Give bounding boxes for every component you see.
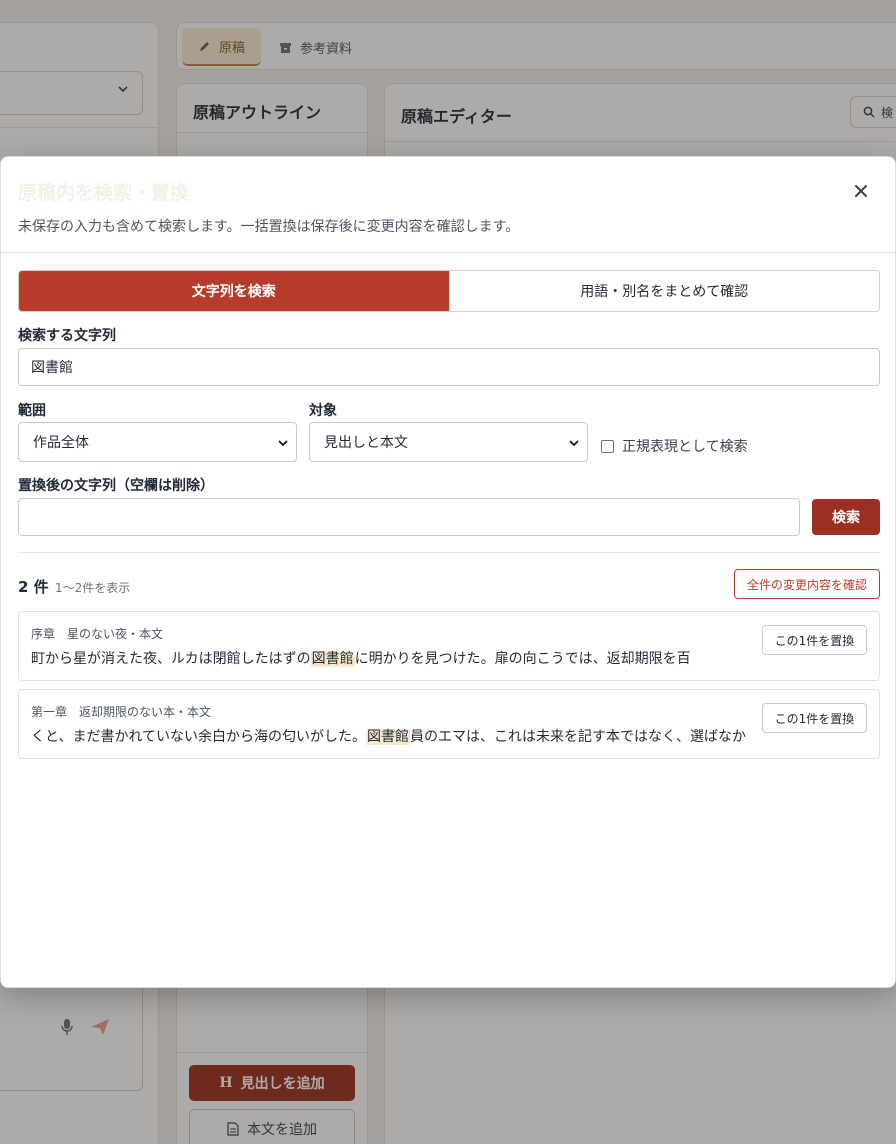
mode-term-alias[interactable]: 用語・別名をまとめて確認	[448, 271, 879, 311]
replace-one-button[interactable]: この1件を置換	[762, 625, 867, 655]
result-snippet: くと、まだ書かれていない余白から海の匂いがした。図書館員のエマは、これは未来を記…	[31, 726, 761, 746]
search-input[interactable]	[18, 348, 880, 386]
replace-one-button[interactable]: この1件を置換	[762, 703, 867, 733]
divider	[18, 552, 880, 553]
target-value: 見出しと本文	[324, 435, 408, 451]
regex-checkbox[interactable]	[601, 439, 614, 453]
result-count: 2 件	[18, 578, 49, 596]
search-button[interactable]: 検索	[812, 499, 880, 535]
regex-label: 正規表現として検索	[622, 439, 748, 455]
result-item[interactable]: 序章 星のない夜・本文 町から星が消えた夜、ルカは閉館したはずの図書館に明かりを…	[18, 611, 880, 681]
confirm-all-button[interactable]: 全件の変更内容を確認	[734, 569, 880, 599]
snippet-after: 員のエマは、これは未来を記す本ではなく、選ばなか	[410, 729, 747, 745]
snippet-after: に明かりを見つけた。扉の向こうでは、返却期限を百	[354, 651, 691, 667]
snippet-before: 町から星が消えた夜、ルカは閉館したはずの	[31, 651, 311, 667]
close-icon[interactable]	[853, 183, 869, 199]
search-label: 検索する文字列	[18, 328, 116, 344]
mode-switch: 文字列を検索 用語・別名をまとめて確認	[18, 270, 880, 312]
chevron-down-icon	[278, 440, 288, 447]
result-snippet: 町から星が消えた夜、ルカは閉館したはずの図書館に明かりを見つけた。扉の向こうでは…	[31, 648, 761, 668]
result-item[interactable]: 第一章 返却期限のない本・本文 くと、まだ書かれていない余白から海の匂いがした。…	[18, 689, 880, 759]
range-label: 範囲	[18, 403, 46, 419]
match-highlight: 図書館	[310, 651, 355, 667]
chevron-down-icon	[569, 440, 579, 447]
range-value: 作品全体	[33, 435, 89, 451]
modal-description: 未保存の入力も含めて検索します。一括置換は保存後に変更内容を確認します。	[18, 219, 520, 235]
divider	[1, 252, 895, 253]
replace-input[interactable]	[18, 498, 800, 536]
replace-label: 置換後の文字列（空欄は削除）	[18, 478, 214, 494]
range-select[interactable]: 作品全体	[18, 422, 297, 462]
match-highlight: 図書館	[366, 729, 411, 745]
modal-title: 原稿内を検索・置換	[18, 182, 190, 204]
search-replace-modal: 原稿内を検索・置換 未保存の入力も含めて検索します。一括置換は保存後に変更内容を…	[0, 156, 896, 988]
target-select[interactable]: 見出しと本文	[309, 422, 588, 462]
mode-text-search[interactable]: 文字列を検索	[19, 271, 449, 311]
result-location: 序章 星のない夜・本文	[31, 627, 164, 641]
result-location: 第一章 返却期限のない本・本文	[31, 705, 212, 719]
snippet-before: くと、まだ書かれていない余白から海の匂いがした。	[31, 729, 367, 745]
target-label: 対象	[309, 403, 337, 419]
result-range: 1〜2件を表示	[55, 581, 131, 595]
regex-option[interactable]: 正規表現として検索	[601, 436, 748, 456]
